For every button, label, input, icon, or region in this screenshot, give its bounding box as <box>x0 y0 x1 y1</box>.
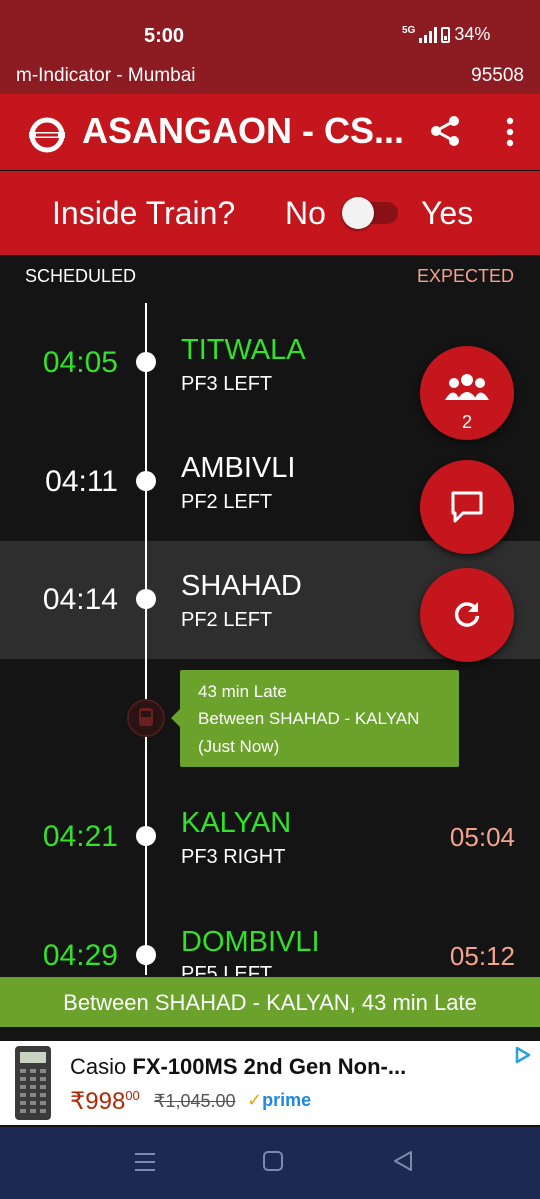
station-time: 04:21 <box>42 820 118 853</box>
network-type: 5G <box>402 24 416 36</box>
chat-icon <box>451 491 483 523</box>
station-dot <box>136 945 156 965</box>
live-status-banner[interactable]: Between SHAHAD - KALYAN, 43 min Late <box>0 977 540 1027</box>
battery-level: 34% <box>454 24 491 44</box>
ad-brand: Casio <box>70 1054 127 1079</box>
station-dot <box>136 826 156 846</box>
delay-text: 43 min Late <box>198 682 287 701</box>
home-icon[interactable] <box>262 1150 284 1172</box>
train-number: 95508 <box>471 65 524 86</box>
ad-price: ₹99800 <box>70 1088 140 1115</box>
system-nav-bar <box>0 1127 540 1199</box>
station-name[interactable]: DOMBIVLI <box>181 926 320 959</box>
expected-time: 05:04 <box>449 822 515 852</box>
refresh-icon <box>454 602 480 627</box>
ad-mrp: ₹1,045.00 <box>154 1091 236 1111</box>
group-button[interactable]: 2 <box>420 346 514 440</box>
prime-badge: ✓prime <box>247 1090 312 1110</box>
chat-button[interactable] <box>420 460 514 554</box>
platform-info: PF3 LEFT <box>181 373 273 395</box>
station-name[interactable]: AMBIVLI <box>181 452 295 485</box>
inside-train-label: Inside Train? <box>52 195 236 231</box>
toolbar: ASANGAON - CS... <box>0 94 540 170</box>
group-count: 2 <box>461 412 472 432</box>
station-dot <box>136 589 156 609</box>
status-icons: 5G 34% <box>402 24 490 45</box>
platform-info: PF3 RIGHT <box>181 846 286 868</box>
more-vert-icon[interactable] <box>500 116 520 148</box>
yes-label: Yes <box>421 195 474 231</box>
update-time-text: (Just Now) <box>198 737 280 756</box>
platform-info: PF5 LEFT <box>181 963 273 976</box>
station-name[interactable]: SHAHAD <box>181 570 302 603</box>
signal-icon <box>419 26 438 43</box>
adchoices-icon[interactable] <box>512 1045 534 1065</box>
live-status-bubble: 43 min Late Between SHAHAD - KALYAN (Jus… <box>171 670 459 767</box>
train-position-icon <box>127 699 165 737</box>
station-name[interactable]: TITWALA <box>181 334 306 367</box>
ad-banner[interactable]: Casio FX-100MS 2nd Gen Non-... ₹99800 ₹1… <box>0 1041 540 1125</box>
share-icon[interactable] <box>428 114 462 148</box>
location-text: Between SHAHAD - KALYAN <box>198 709 420 728</box>
app-header: m-Indicator - Mumbai 95508 <box>0 62 540 94</box>
scheduled-heading: SCHEDULED <box>25 266 137 286</box>
expected-heading: EXPECTED <box>416 266 514 286</box>
live-status-summary: Between SHAHAD - KALYAN, 43 min Late <box>63 990 477 1015</box>
toggle-knob[interactable] <box>342 197 374 229</box>
station-dot <box>136 471 156 491</box>
page-title: ASANGAON - CS... <box>82 110 405 151</box>
station-time: 04:11 <box>45 465 118 498</box>
railway-logo-icon <box>29 117 65 153</box>
station-time: 04:05 <box>42 346 118 379</box>
ad-product: FX-100MS 2nd Gen Non-... <box>132 1054 407 1079</box>
inside-train-bar: Inside Train? No Yes <box>0 171 540 255</box>
platform-info: PF2 LEFT <box>181 609 273 631</box>
group-icon <box>445 374 489 400</box>
timeline-line <box>145 303 147 975</box>
station-name[interactable]: KALYAN <box>181 807 291 840</box>
back-icon[interactable] <box>392 1150 414 1172</box>
station-time: 04:14 <box>42 583 118 616</box>
platform-info: PF2 LEFT <box>181 491 273 513</box>
recents-icon[interactable] <box>133 1151 157 1173</box>
app-name: m-Indicator - Mumbai <box>16 65 196 86</box>
status-bar: 5:00 5G 34% <box>0 0 540 62</box>
battery-icon <box>441 26 451 43</box>
refresh-button[interactable] <box>420 568 514 662</box>
ad-title: Casio FX-100MS 2nd Gen Non-... <box>70 1054 406 1080</box>
calculator-image <box>15 1046 51 1120</box>
station-dot <box>136 352 156 372</box>
station-time: 04:29 <box>42 939 118 972</box>
clock: 5:00 <box>143 25 184 47</box>
expected-time: 05:12 <box>449 941 515 971</box>
no-label: No <box>285 195 326 231</box>
